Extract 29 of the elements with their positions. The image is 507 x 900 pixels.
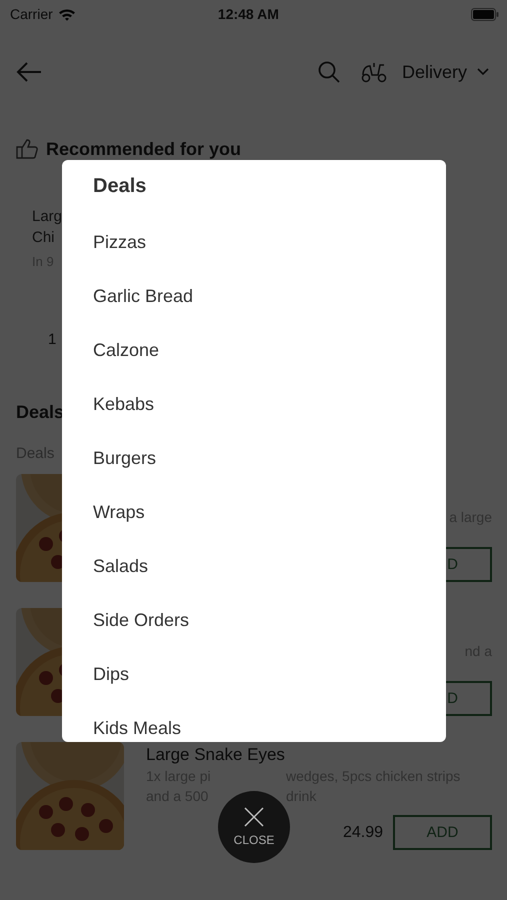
chevron-down-icon — [477, 68, 489, 76]
close-button[interactable]: CLOSE — [218, 791, 290, 863]
menu-item[interactable]: Side Orders — [93, 608, 190, 632]
menu-item[interactable]: Kids Meals — [93, 716, 182, 740]
item-name-fragment: Larg — [32, 207, 62, 227]
menu-item[interactable]: Burgers — [93, 446, 156, 470]
category-title-fragment: Deals — [15, 401, 64, 424]
menu-item[interactable]: Salads — [93, 554, 148, 578]
menu-item[interactable]: Kebabs — [93, 392, 154, 416]
scooter-icon[interactable] — [360, 61, 388, 83]
menu-item[interactable]: Dips — [93, 662, 130, 686]
battery-icon — [471, 8, 499, 20]
item-price: 24.99 — [342, 824, 383, 842]
close-icon — [244, 807, 264, 827]
search-icon[interactable] — [318, 61, 340, 83]
item-price-fragment: 1 — [48, 331, 56, 348]
menu-title: Deals — [93, 174, 148, 199]
wifi-icon — [58, 8, 76, 20]
menu-item[interactable]: Garlic Bread — [93, 284, 194, 308]
item-name: Large Snake Eyes — [146, 744, 286, 766]
item-name-fragment: Chi — [32, 228, 55, 248]
back-arrow-icon[interactable] — [16, 61, 42, 83]
menu-item[interactable]: Pizzas — [93, 230, 146, 254]
menu-item[interactable]: Calzone — [93, 338, 160, 362]
carrier-name: Carrier — [10, 6, 53, 22]
status-time: 12:48 AM — [216, 6, 280, 22]
section-title: Recommended for you — [46, 138, 242, 160]
menu-item[interactable]: Wraps — [93, 500, 145, 524]
thumbs-up-icon — [16, 139, 38, 159]
